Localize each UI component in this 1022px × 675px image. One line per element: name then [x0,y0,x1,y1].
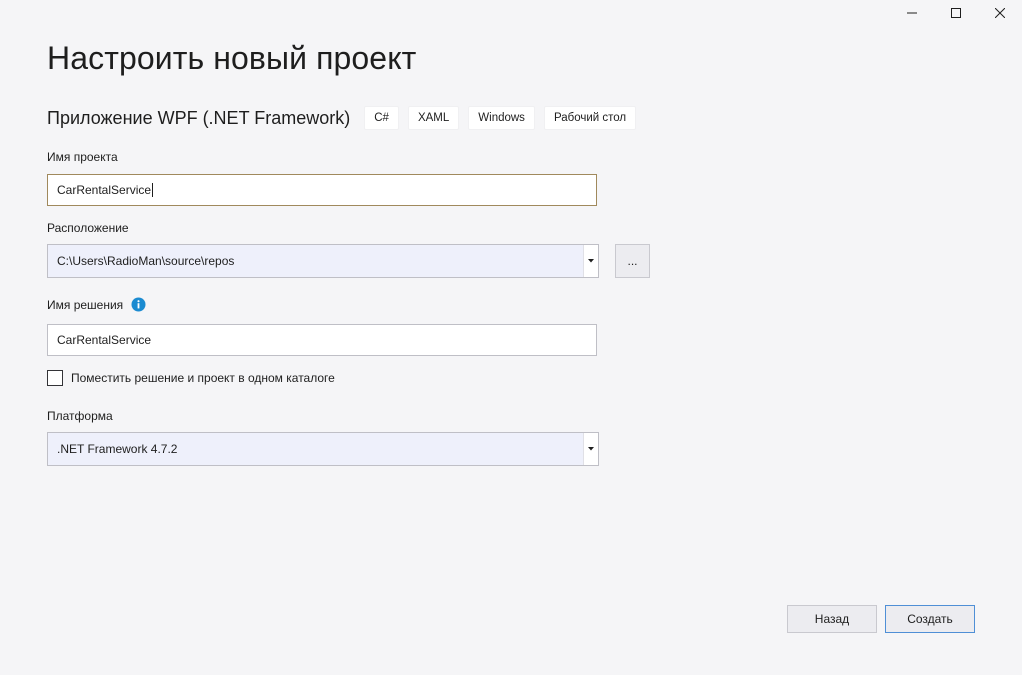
framework-label: Платформа [47,409,113,423]
same-directory-option[interactable]: Поместить решение и проект в одном катал… [47,370,335,386]
maximize-button[interactable] [934,0,978,26]
location-label: Расположение [47,221,129,235]
same-directory-label: Поместить решение и проект в одном катал… [71,371,335,385]
location-dropdown-button[interactable] [583,245,598,277]
info-icon[interactable] [131,297,146,312]
window-controls [890,0,1022,26]
close-icon [995,8,1005,18]
same-directory-checkbox[interactable] [47,370,63,386]
framework-value: .NET Framework 4.7.2 [57,442,178,456]
maximize-icon [951,8,961,18]
framework-dropdown-button[interactable] [583,433,598,465]
project-name-label: Имя проекта [47,150,118,164]
project-name-value: CarRentalService [57,183,152,197]
chevron-down-icon [588,447,594,451]
template-name: Приложение WPF (.NET Framework) [47,107,351,128]
tag-project-type: Рабочий стол [543,106,637,130]
configure-project-window: Настроить новый проект Приложение WPF (.… [0,0,1022,675]
framework-combobox[interactable]: .NET Framework 4.7.2 [47,432,599,466]
minimize-button[interactable] [890,0,934,26]
project-name-input[interactable]: CarRentalService [47,174,597,206]
minimize-icon [907,12,917,14]
chevron-down-icon [588,259,594,263]
location-combobox[interactable]: C:\Users\RadioMan\source\repos [47,244,599,278]
page-title: Настроить новый проект [47,40,417,76]
solution-name-label-row: Имя решения [47,297,146,312]
tag-markup: XAML [407,106,460,130]
text-caret [152,183,154,197]
template-info: Приложение WPF (.NET Framework) C# XAML … [47,106,645,130]
back-button[interactable]: Назад [787,605,877,633]
solution-name-input[interactable]: CarRentalService [47,324,597,356]
close-button[interactable] [978,0,1022,26]
browse-location-button[interactable]: ... [615,244,650,278]
solution-name-label: Имя решения [47,297,124,312]
tag-platform: Windows [468,106,535,130]
location-value: C:\Users\RadioMan\source\repos [57,254,235,268]
create-button[interactable]: Создать [885,605,975,633]
tag-language: C# [364,106,399,130]
solution-name-value: CarRentalService [57,333,152,347]
